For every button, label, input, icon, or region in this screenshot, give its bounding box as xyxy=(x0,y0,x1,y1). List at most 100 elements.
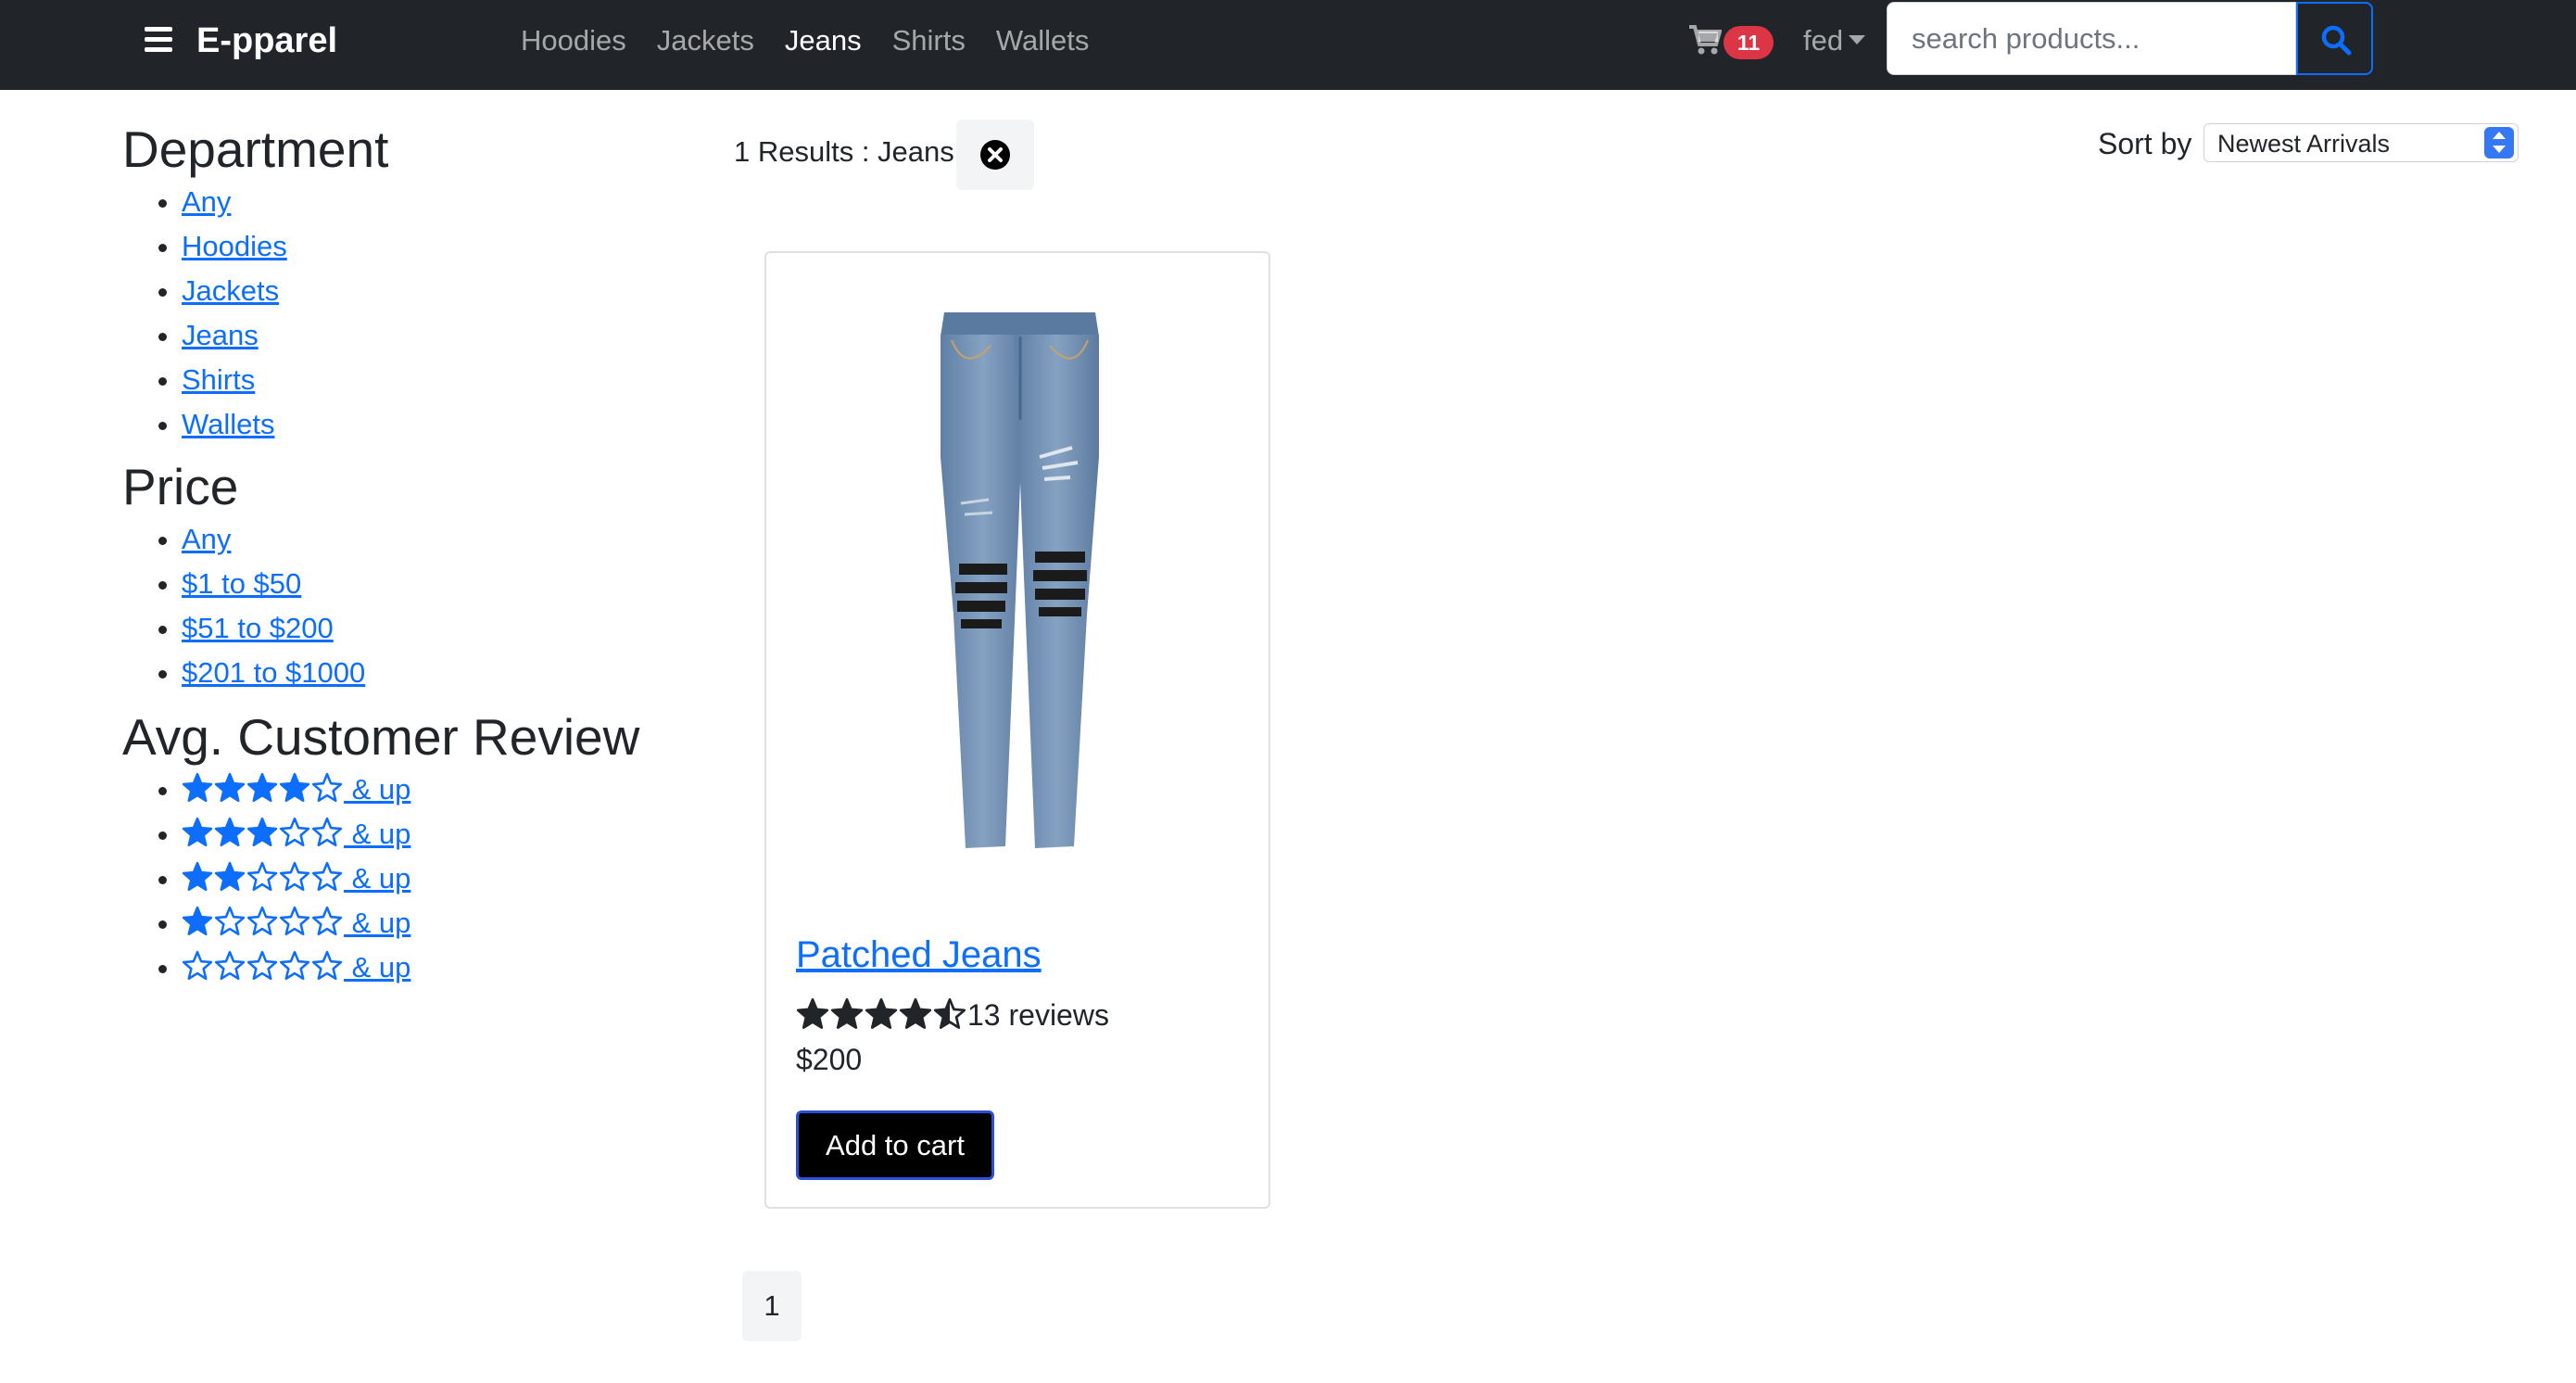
user-dropdown[interactable]: fed xyxy=(1803,19,1866,63)
product-name-link[interactable]: Patched Jeans xyxy=(796,931,1042,979)
star-icon xyxy=(182,861,213,892)
hamburger-menu-icon[interactable] xyxy=(145,27,172,55)
product-rating: 13 reviews xyxy=(796,993,1109,1037)
results-summary: 1 Results : Jeans xyxy=(734,135,954,168)
review-filter-suffix: & up xyxy=(344,862,411,895)
department-list: Any Hoodies Jackets Jeans Shirts Wallets xyxy=(122,180,697,447)
review-filter-link-1-stars[interactable]: & up xyxy=(182,906,411,939)
cart-button[interactable]: 11 xyxy=(1688,20,1781,65)
pagination-page-1[interactable]: 1 xyxy=(742,1271,802,1341)
department-link-jeans[interactable]: Jeans xyxy=(182,319,259,351)
price-link-51-200[interactable]: $51 to $200 xyxy=(182,612,334,644)
sort-select[interactable]: Newest Arrivals xyxy=(2203,123,2519,162)
price-list: Any $1 to $50 $51 to $200 $201 to $1000 xyxy=(122,517,697,695)
star-outline-icon xyxy=(279,906,310,936)
review-filter-suffix: & up xyxy=(344,951,411,983)
star-icon xyxy=(796,997,829,1029)
department-link-any[interactable]: Any xyxy=(182,185,231,218)
list-item: & up xyxy=(182,768,697,812)
price-link-any[interactable]: Any xyxy=(182,523,231,555)
star-outline-icon xyxy=(311,906,343,936)
list-item: $1 to $50 xyxy=(182,562,697,606)
search-button[interactable] xyxy=(2296,2,2373,75)
star-outline-icon xyxy=(246,950,278,981)
star-icon xyxy=(246,817,278,847)
search-input[interactable] xyxy=(1887,2,2296,75)
nav-link-hoodies[interactable]: Hoodies xyxy=(521,19,626,63)
caret-down-icon xyxy=(1849,34,1866,44)
cart-icon xyxy=(1689,25,1722,55)
cart-count-badge: 11 xyxy=(1724,26,1774,59)
product-card: Patched Jeans 13 reviews $200 Add to car… xyxy=(764,251,1270,1209)
brand-logo[interactable]: E-pparel xyxy=(196,19,337,63)
star-icon xyxy=(830,997,864,1029)
star-outline-icon xyxy=(311,772,343,803)
list-item: Any xyxy=(182,517,697,562)
review-filter-suffix: & up xyxy=(344,818,411,850)
star-icon xyxy=(182,906,213,936)
star-outline-icon xyxy=(214,906,246,936)
star-outline-icon xyxy=(279,817,310,847)
star-icon xyxy=(865,997,898,1029)
sort-label: Sort by xyxy=(2098,127,2192,160)
star-outline-icon xyxy=(311,950,343,981)
star-outline-icon xyxy=(311,861,343,892)
star-outline-icon xyxy=(182,950,213,981)
star-icon xyxy=(182,817,213,847)
star-outline-icon xyxy=(279,950,310,981)
star-icon xyxy=(246,772,278,803)
star-icon xyxy=(279,772,310,803)
list-item: & up xyxy=(182,856,697,901)
search-icon xyxy=(2321,25,2352,56)
star-icon xyxy=(214,817,246,847)
department-link-wallets[interactable]: Wallets xyxy=(182,408,274,440)
list-item: $51 to $200 xyxy=(182,606,697,651)
department-link-shirts[interactable]: Shirts xyxy=(182,363,255,396)
review-filter-link-3-stars[interactable]: & up xyxy=(182,817,411,850)
review-heading: Avg. Customer Review xyxy=(122,708,640,766)
review-filter-link-0-stars[interactable]: & up xyxy=(182,950,411,983)
clear-filter-button[interactable] xyxy=(956,120,1034,190)
list-item: & up xyxy=(182,812,697,856)
category-nav: Hoodies Jackets Jeans Shirts Wallets xyxy=(521,19,1119,63)
select-arrows-icon xyxy=(2484,127,2514,159)
star-outline-icon xyxy=(214,950,246,981)
star-icon xyxy=(182,772,213,803)
add-to-cart-button[interactable]: Add to cart xyxy=(796,1110,994,1180)
department-heading: Department xyxy=(122,121,389,178)
list-item: Jackets xyxy=(182,269,697,313)
review-filter-link-4-stars[interactable]: & up xyxy=(182,772,411,806)
list-item: Shirts xyxy=(182,358,697,402)
list-item: Hoodies xyxy=(182,224,697,269)
nav-link-jackets[interactable]: Jackets xyxy=(657,19,754,63)
filter-sidebar: Department Any Hoodies Jackets Jeans Shi… xyxy=(122,119,697,990)
department-link-jackets[interactable]: Jackets xyxy=(182,274,279,307)
star-outline-icon xyxy=(279,861,310,892)
list-item: $201 to $1000 xyxy=(182,651,697,695)
nav-link-shirts[interactable]: Shirts xyxy=(892,19,966,63)
price-link-1-50[interactable]: $1 to $50 xyxy=(182,567,301,600)
review-filter-list: & up & up & up & up & up xyxy=(122,768,697,990)
sort-selected-value: Newest Arrivals xyxy=(2217,130,2391,158)
product-image[interactable] xyxy=(896,309,1146,865)
star-outline-icon xyxy=(246,906,278,936)
list-item: Jeans xyxy=(182,313,697,358)
star-outline-icon xyxy=(246,861,278,892)
nav-link-jeans[interactable]: Jeans xyxy=(785,19,862,63)
review-filter-link-2-stars[interactable]: & up xyxy=(182,861,411,895)
review-count: 13 reviews xyxy=(967,998,1109,1032)
user-name: fed xyxy=(1803,24,1844,57)
review-filter-suffix: & up xyxy=(344,907,411,939)
star-icon xyxy=(899,997,932,1029)
list-item: & up xyxy=(182,945,697,990)
list-item: & up xyxy=(182,901,697,945)
list-item: Wallets xyxy=(182,402,697,447)
review-filter-suffix: & up xyxy=(344,773,411,806)
clear-filter-icon xyxy=(980,140,1010,170)
list-item: Any xyxy=(182,180,697,224)
star-half-icon xyxy=(933,997,966,1029)
department-link-hoodies[interactable]: Hoodies xyxy=(182,230,287,262)
price-heading: Price xyxy=(122,458,239,515)
price-link-201-1000[interactable]: $201 to $1000 xyxy=(182,656,365,689)
nav-link-wallets[interactable]: Wallets xyxy=(996,19,1089,63)
